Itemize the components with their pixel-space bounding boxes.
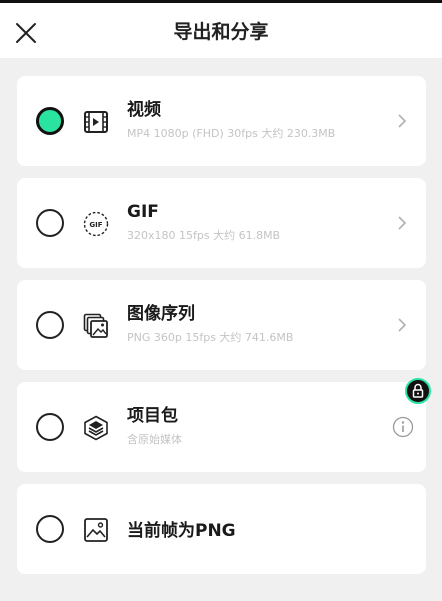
premium-lock-badge	[405, 378, 431, 404]
option-label: 图像序列	[127, 304, 195, 324]
option-project-package[interactable]: 项目包 含原始媒体	[17, 382, 426, 472]
project-package-icon	[84, 415, 108, 441]
header: 导出和分享	[0, 3, 442, 58]
option-details: MP4 1080p (FHD) 30fps 大约 230.3MB	[127, 127, 336, 140]
chevron-right-icon	[398, 114, 407, 128]
radio-selected[interactable]	[36, 107, 64, 135]
option-details: 含原始媒体	[127, 433, 182, 446]
option-gif[interactable]: GIF GIF 320x180 15fps 大约 61.8MB	[17, 178, 426, 268]
option-video[interactable]: 视频 MP4 1080p (FHD) 30fps 大约 230.3MB	[17, 76, 426, 166]
option-label: 当前帧为PNG	[127, 521, 236, 541]
lock-icon	[412, 383, 424, 398]
video-icon	[84, 111, 108, 133]
page-title: 导出和分享	[173, 21, 269, 43]
option-label: GIF	[127, 202, 159, 222]
gif-icon: GIF	[83, 211, 109, 237]
option-label: 视频	[127, 100, 161, 120]
radio-unselected[interactable]	[36, 413, 64, 441]
option-details: PNG 360p 15fps 大约 741.6MB	[127, 331, 294, 344]
radio-unselected[interactable]	[36, 209, 64, 237]
option-image-sequence[interactable]: 图像序列 PNG 360p 15fps 大约 741.6MB	[17, 280, 426, 370]
radio-unselected[interactable]	[36, 311, 64, 339]
chevron-right-icon	[398, 318, 407, 332]
option-current-frame[interactable]: 当前帧为PNG	[17, 484, 426, 574]
svg-text:GIF: GIF	[89, 221, 102, 229]
image-sequence-icon	[83, 313, 108, 338]
info-icon[interactable]	[392, 416, 414, 438]
option-label: 项目包	[127, 406, 178, 426]
radio-unselected[interactable]	[36, 515, 64, 543]
chevron-right-icon	[398, 216, 407, 230]
image-icon	[84, 518, 108, 542]
option-details: 320x180 15fps 大约 61.8MB	[127, 229, 281, 242]
